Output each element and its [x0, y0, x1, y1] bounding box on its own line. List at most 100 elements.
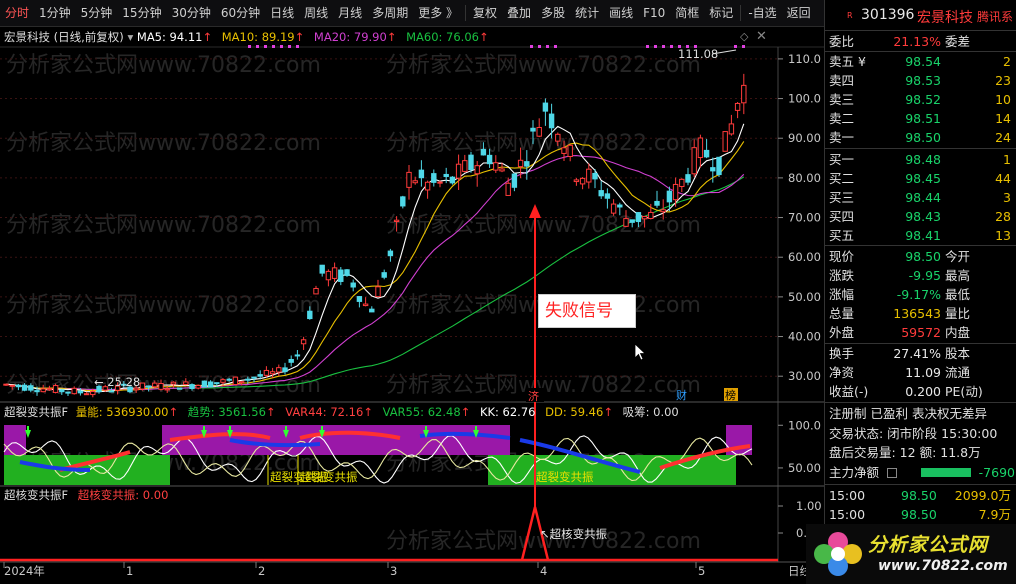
candle-body	[276, 367, 282, 373]
candle-body	[201, 380, 208, 388]
candle-body	[685, 174, 691, 183]
toolbar-item-0[interactable]: 分时	[0, 0, 34, 27]
candle-body	[542, 102, 549, 112]
candle-body	[486, 154, 493, 165]
toolbar-item-5[interactable]: 60分钟	[216, 0, 265, 27]
candle-body	[610, 203, 617, 214]
chart-title: 宏景科技 (日线,前复权)	[4, 30, 124, 44]
candle-body	[232, 376, 239, 386]
toolbar-item-13[interactable]: 多股	[536, 0, 570, 27]
toolbar-item-18[interactable]: 标记	[704, 0, 738, 27]
candle-body	[338, 269, 344, 282]
stat-row: 总量 136543 量比	[829, 306, 971, 321]
candle-body	[183, 381, 189, 386]
ma10-label: MA10: 89.19	[221, 30, 295, 44]
toolbar-item-19[interactable]: -自选	[743, 0, 781, 27]
y-tick-label: 40.00	[788, 330, 821, 344]
signal-dot	[256, 45, 259, 48]
x-tick-label: 3	[390, 564, 397, 578]
candle-body	[282, 367, 288, 373]
candle-body	[530, 127, 536, 132]
stat-row: 涨跌 -9.95 最高	[829, 268, 971, 283]
candle-body	[158, 383, 164, 390]
candle-body	[362, 303, 369, 307]
candle-body	[387, 250, 394, 257]
candle-body	[369, 308, 375, 313]
candle-body	[579, 177, 586, 185]
x-tick-label: 2024年	[4, 564, 45, 578]
label-b: 超裂变共振	[300, 470, 358, 484]
candle-body	[46, 388, 53, 391]
candle-body	[65, 391, 71, 394]
stock-code: 301396	[861, 7, 915, 23]
indicator1-dd: DD: 59.46	[545, 405, 604, 419]
toolbar-item-10[interactable]: 更多 》	[413, 0, 463, 27]
annotation-label: 失败信号	[538, 294, 636, 328]
candle-body	[77, 390, 84, 394]
signal-dot	[662, 45, 665, 48]
toolbar-item-11[interactable]: 复权	[468, 0, 502, 27]
toolbar-item-3[interactable]: 15分钟	[117, 0, 166, 27]
buy-row: 买四 98.43 28	[829, 209, 1011, 224]
candle-body	[462, 160, 468, 172]
signal-dot	[670, 45, 673, 48]
after-hours: 盘后交易量: 12 额: 11.8万	[829, 445, 981, 460]
candle-body	[189, 384, 195, 389]
watermark-text: 分析家公式网www.70822.com	[6, 213, 321, 238]
candle-body	[555, 133, 561, 142]
candle-body	[437, 181, 443, 184]
indicator1-var44: VAR44: 72.16	[285, 405, 364, 419]
candle-body	[666, 190, 673, 203]
toolbar-item-8[interactable]: 月线	[333, 0, 367, 27]
close-icon[interactable]: ✕	[756, 29, 767, 44]
sell-row: 卖四 98.53 23	[829, 73, 1011, 88]
candle-body	[648, 211, 654, 220]
toolbar-item-9[interactable]: 多周期	[367, 0, 413, 27]
candle-body	[331, 267, 338, 279]
candle-body	[245, 378, 251, 381]
stat-row: 外盘 59572 内盘	[829, 325, 971, 340]
candle-body	[561, 147, 567, 154]
candle-body	[660, 209, 666, 213]
collapse-icon[interactable]: ◇	[740, 30, 748, 43]
candle-body	[288, 358, 294, 363]
toolbar-item-4[interactable]: 30分钟	[167, 0, 216, 27]
stat-row: 收益(-) 0.200 PE(动)	[829, 384, 983, 399]
toolbar-item-1[interactable]: 1分钟	[34, 0, 76, 27]
toolbar-item-20[interactable]: 返回	[782, 0, 816, 27]
candle-body	[629, 219, 635, 223]
brand-url: www.70822.com	[878, 558, 1008, 574]
flower-logo-icon	[814, 532, 862, 576]
candle-body	[257, 374, 263, 377]
signal-dot	[646, 45, 649, 48]
peak-label: ↖超核变共振	[540, 527, 608, 541]
candle-body	[703, 149, 710, 158]
toolbar-item-14[interactable]: 统计	[570, 0, 604, 27]
toolbar-item-12[interactable]: 叠加	[502, 0, 536, 27]
candle-body	[108, 390, 115, 393]
candle-body	[9, 384, 15, 387]
tick-row: 15:00 98.50 7.9万	[829, 507, 1011, 522]
candle-body	[214, 382, 220, 385]
net-flow-icon[interactable]	[887, 468, 897, 478]
toolbar-item-2[interactable]: 5分钟	[76, 0, 118, 27]
toolbar-item-17[interactable]: 简框	[670, 0, 704, 27]
toolbar-item-7[interactable]: 周线	[299, 0, 333, 27]
candle-body	[499, 168, 505, 172]
candle-body	[517, 159, 524, 168]
signal-dot	[280, 45, 283, 48]
candle-body	[449, 176, 456, 184]
toolbar-item-16[interactable]: F10	[638, 0, 670, 27]
x-tick-label: 5	[698, 564, 705, 578]
watermark-text: 分析家公式网www.70822.com	[6, 293, 321, 318]
candle-body	[741, 84, 747, 104]
toolbar-item-15[interactable]: 画线	[604, 0, 638, 27]
sell-row: 卖一 98.50 24	[829, 130, 1011, 145]
watermark-text: 分析家公式网www.70822.com	[386, 53, 701, 78]
candle-body	[641, 215, 648, 220]
candle-body	[406, 171, 412, 188]
candle-body	[691, 147, 697, 175]
toolbar-item-6[interactable]: 日线	[265, 0, 299, 27]
y-tick-label: 100.0	[788, 92, 821, 106]
candle-body	[307, 310, 313, 320]
